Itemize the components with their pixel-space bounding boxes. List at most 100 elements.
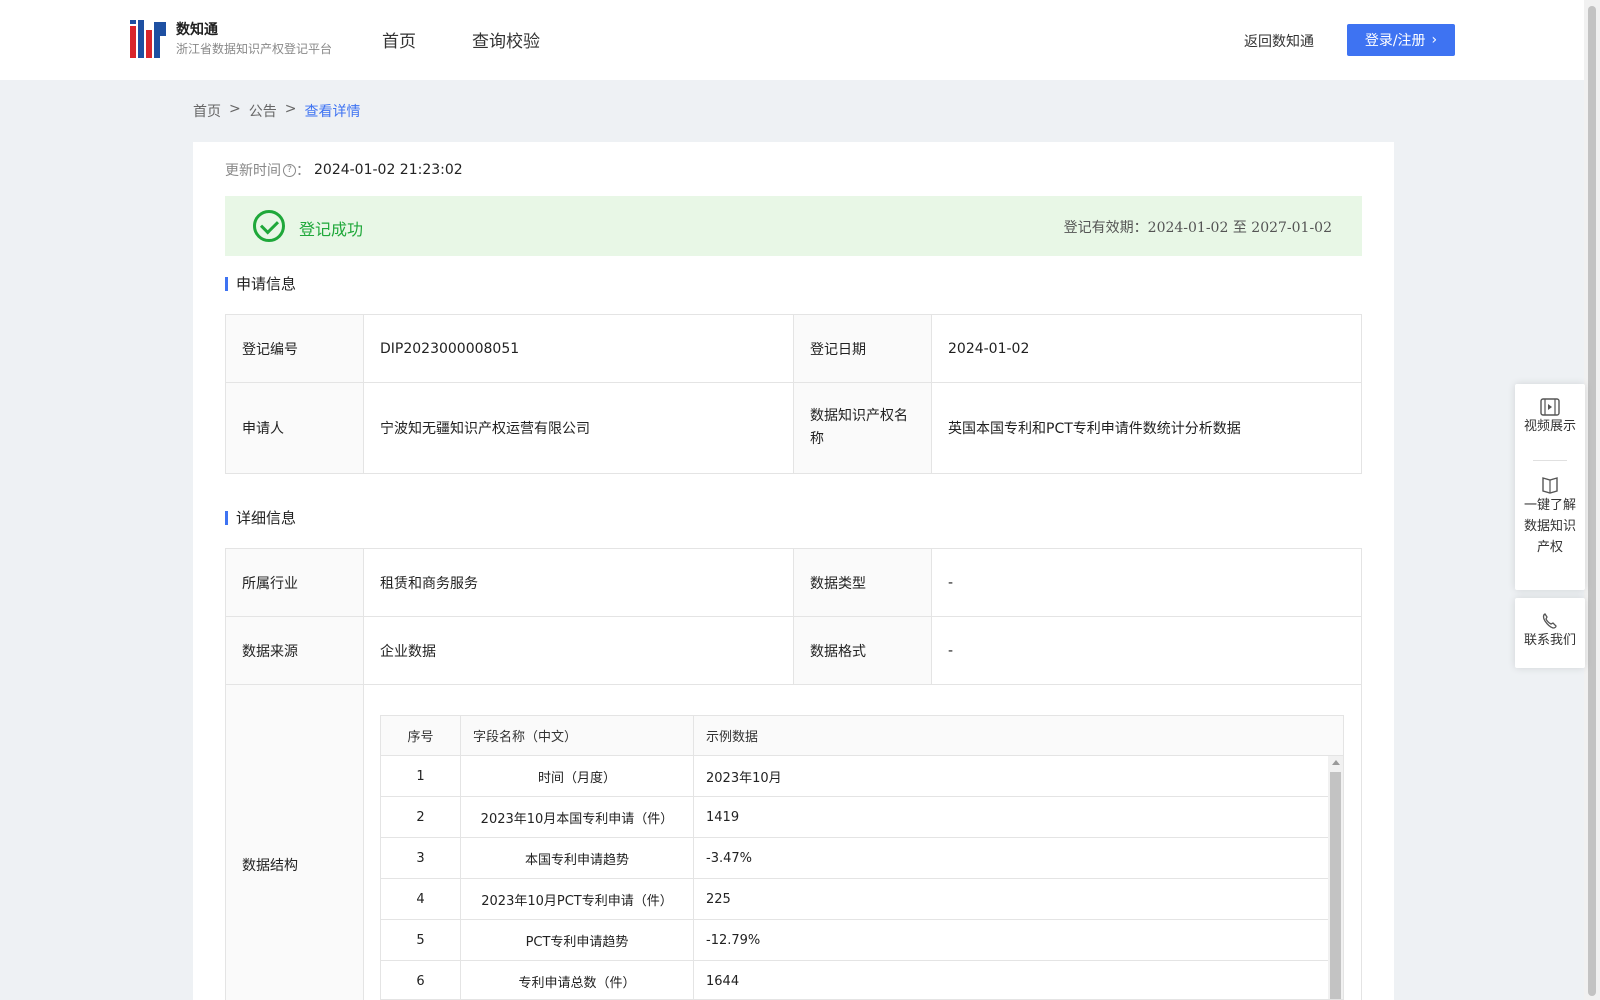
structure-table-header: 序号 字段名称（中文） 示例数据 bbox=[381, 716, 1343, 756]
structure-table-scrollbar-thumb[interactable] bbox=[1330, 772, 1341, 999]
data-source-label: 数据来源 bbox=[225, 616, 364, 685]
data-format-value: - bbox=[931, 616, 1362, 685]
table-row: 数据来源 企业数据 数据格式 - bbox=[225, 616, 1362, 685]
cell-sample: 225 bbox=[706, 891, 731, 907]
login-register-label: 登录/注册 bbox=[1364, 33, 1426, 49]
book-icon bbox=[1542, 477, 1558, 494]
cell-index: 3 bbox=[381, 838, 461, 878]
industry-label: 所属行业 bbox=[225, 548, 364, 617]
login-register-button[interactable]: 登录/注册 › bbox=[1347, 24, 1455, 56]
table-row: 3 本国专利申请趋势 -3.47% bbox=[381, 838, 1330, 879]
section-bar bbox=[225, 276, 228, 291]
page-scrollbar-thumb[interactable] bbox=[1588, 6, 1596, 996]
logo[interactable]: 数知通 浙江省数据知识产权登记平台 bbox=[130, 20, 332, 58]
update-time-colon: ： bbox=[296, 163, 310, 179]
applicant-label: 申请人 bbox=[225, 382, 364, 474]
main-nav: 首页 查询校验 bbox=[382, 27, 540, 52]
cell-field-name: 专利申请总数（件） bbox=[461, 961, 694, 999]
breadcrumb-current: 查看详情 bbox=[304, 104, 361, 120]
contact-us-label: 联系我们 bbox=[1523, 633, 1576, 648]
data-structure-table: 序号 字段名称（中文） 示例数据 1 时间（月度） 2023年10月 2 202… bbox=[380, 715, 1344, 1000]
section-details-title: 详细信息 bbox=[225, 507, 296, 528]
col-header-field-name: 字段名称（中文） bbox=[461, 716, 694, 755]
applicant-value: 宁波知无疆知识产权运营有限公司 bbox=[363, 382, 794, 474]
table-row: 4 2023年10月PCT专利申请（件） 225 bbox=[381, 879, 1330, 920]
data-type-label: 数据类型 bbox=[793, 548, 932, 617]
cell-index: 1 bbox=[381, 756, 461, 796]
breadcrumb-announcement[interactable]: 公告 bbox=[249, 101, 277, 121]
application-info-table: 登记编号 DIP2023000008051 登记日期 2024-01-02 申请… bbox=[225, 314, 1362, 474]
logo-subtitle: 浙江省数据知识产权登记平台 bbox=[176, 42, 333, 56]
status-banner: 登记成功 登记有效期：2024-01-02 至 2027-01-02 bbox=[225, 196, 1362, 256]
reg-no-label: 登记编号 bbox=[225, 314, 364, 383]
cell-index: 4 bbox=[381, 879, 461, 919]
validity-start: 2024-01-02 bbox=[1147, 220, 1229, 236]
cell-sample: -3.47% bbox=[706, 850, 752, 866]
section-application-label: 申请信息 bbox=[236, 275, 297, 293]
cell-sample: 2023年10月 bbox=[706, 770, 782, 786]
data-source-value: 企业数据 bbox=[363, 616, 794, 685]
table-row: 申请人 宁波知无疆知识产权运营有限公司 数据知识产权名称 英国本国专利和PCT专… bbox=[225, 382, 1362, 474]
data-structure-label: 数据结构 bbox=[225, 684, 364, 1000]
section-bar bbox=[225, 510, 228, 525]
contact-us-button[interactable]: 联系我们 bbox=[1515, 598, 1585, 651]
cell-field-name: 本国专利申请趋势 bbox=[461, 838, 694, 878]
section-details-label: 详细信息 bbox=[236, 509, 297, 527]
table-row: 6 专利申请总数（件） 1644 bbox=[381, 961, 1330, 999]
cell-index: 5 bbox=[381, 920, 461, 960]
data-type-value: - bbox=[931, 548, 1362, 617]
cell-field-name: 2023年10月PCT专利申请（件） bbox=[461, 879, 694, 919]
video-icon bbox=[1540, 398, 1560, 416]
nav-query-verify[interactable]: 查询校验 bbox=[472, 27, 540, 52]
col-header-sample: 示例数据 bbox=[706, 730, 759, 745]
section-application-title: 申请信息 bbox=[225, 273, 296, 294]
validity-end: 2027-01-02 bbox=[1251, 220, 1332, 236]
reg-date-value: 2024-01-02 bbox=[931, 314, 1362, 383]
nav-home[interactable]: 首页 bbox=[382, 27, 416, 52]
breadcrumb-separator: > bbox=[229, 101, 241, 117]
breadcrumb-home[interactable]: 首页 bbox=[193, 101, 221, 121]
video-showcase-label: 视频展示 bbox=[1523, 419, 1576, 434]
learn-line-3: 产权 bbox=[1536, 540, 1563, 555]
reg-date-label: 登记日期 bbox=[793, 314, 932, 383]
col-header-index: 序号 bbox=[381, 716, 461, 755]
back-link[interactable]: 返回数知通 bbox=[1244, 31, 1314, 51]
validity-period: 登记有效期：2024-01-02 至 2027-01-02 bbox=[1064, 217, 1332, 237]
scroll-up-arrow-icon[interactable] bbox=[1332, 760, 1340, 765]
industry-value: 租赁和商务服务 bbox=[363, 548, 794, 617]
ip-name-label: 数据知识产权名称 bbox=[793, 382, 932, 474]
learn-line-2: 数据知识 bbox=[1523, 519, 1576, 534]
question-icon[interactable]: ? bbox=[283, 163, 296, 177]
phone-icon bbox=[1542, 613, 1557, 629]
update-time-label: 更新时间 bbox=[225, 163, 281, 179]
logo-mark-icon bbox=[130, 20, 166, 58]
update-time-row: 更新时间 ? ： 2024-01-02 21:23:02 bbox=[225, 160, 463, 180]
cell-sample: -12.79% bbox=[706, 932, 761, 948]
table-row: 1 时间（月度） 2023年10月 bbox=[381, 756, 1330, 797]
check-circle-icon bbox=[253, 210, 285, 242]
reg-no-value: DIP2023000008051 bbox=[363, 314, 794, 383]
breadcrumb-separator: > bbox=[284, 101, 297, 117]
cell-index: 2 bbox=[381, 797, 461, 837]
top-header: 数知通 浙江省数据知识产权登记平台 首页 查询校验 返回数知通 登录/注册 › bbox=[0, 0, 1584, 80]
logo-title: 数知通 bbox=[176, 22, 218, 38]
validity-label: 登记有效期： bbox=[1063, 220, 1148, 236]
video-showcase-button[interactable]: 视频展示 bbox=[1515, 384, 1585, 460]
status-text: 登记成功 bbox=[299, 220, 364, 239]
table-row: 所属行业 租赁和商务服务 数据类型 - bbox=[225, 548, 1362, 617]
cell-field-name: 2023年10月本国专利申请（件） bbox=[461, 797, 694, 837]
chevron-right-icon: › bbox=[1431, 32, 1438, 48]
breadcrumb: 首页 > 公告 > 查看详情 bbox=[193, 101, 360, 121]
contact-widget: 联系我们 bbox=[1515, 598, 1585, 668]
side-widget: 视频展示 一键了解 数据知识 产权 bbox=[1515, 384, 1585, 590]
structure-table-scrollbar[interactable] bbox=[1328, 756, 1343, 999]
learn-line-1: 一键了解 bbox=[1523, 498, 1576, 513]
table-row: 2 2023年10月本国专利申请（件） 1419 bbox=[381, 797, 1330, 838]
page-scrollbar[interactable] bbox=[1584, 0, 1600, 1000]
cell-field-name: 时间（月度） bbox=[461, 756, 694, 796]
update-time-value: 2024-01-02 21:23:02 bbox=[314, 162, 463, 178]
cell-sample: 1644 bbox=[706, 973, 740, 989]
cell-sample: 1419 bbox=[706, 809, 740, 825]
learn-data-ip-button[interactable]: 一键了解 数据知识 产权 bbox=[1515, 461, 1585, 558]
validity-to: 至 bbox=[1232, 220, 1247, 236]
